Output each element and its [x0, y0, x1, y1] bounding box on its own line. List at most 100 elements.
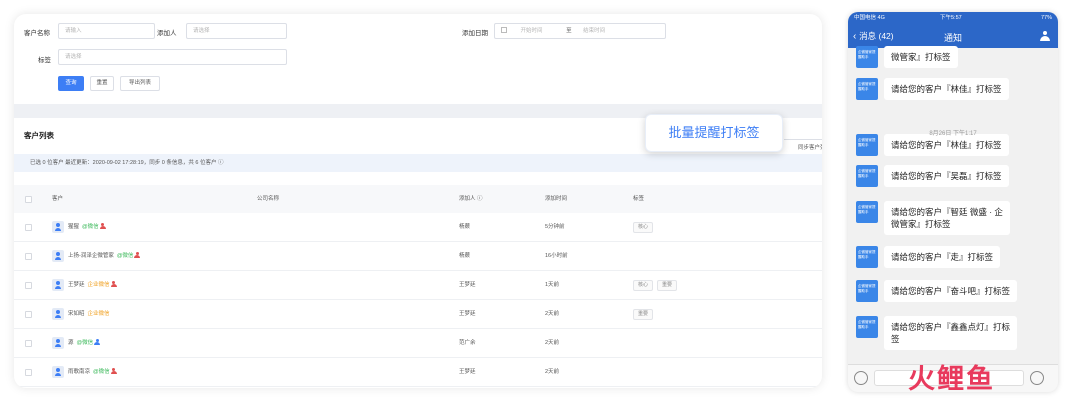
batch-remind-tag-button[interactable]: 批量提醒打标签: [645, 114, 783, 152]
bot-avatar: 企微管家提醒助手: [856, 165, 878, 187]
customer-avatar: [52, 337, 64, 349]
customer-cell: 源 @微信: [68, 329, 101, 358]
table-row[interactable]: 上扬-润泽企微管家 @微信 杨蕨 16小时前: [14, 242, 822, 271]
message-line: 请给您的客户『奋斗吧』打标签: [891, 286, 1011, 296]
col-customer: 客户: [52, 196, 64, 202]
row-checkbox[interactable]: [25, 282, 32, 289]
select-all-checkbox[interactable]: [25, 196, 32, 203]
table-header: 客户 公司名称 添加人 ⓘ 添加时间 标签: [14, 185, 822, 213]
tag-select[interactable]: 请选择: [58, 49, 287, 65]
crm-panel: 客户名称 请输入 添加人 请选择 添加日期 开始时间 至 结束时间 标签 请选择…: [14, 14, 822, 388]
added-by-select[interactable]: 请选择: [186, 23, 287, 39]
row-checkbox[interactable]: [25, 369, 32, 376]
added-by-cell: 范广余: [459, 340, 476, 346]
row-checkbox[interactable]: [25, 340, 32, 347]
customer-name: 猩猩: [68, 224, 80, 230]
added-time-cell: 2天前: [545, 369, 560, 375]
message-bubble[interactable]: 请给您的客户『林佳』打标签: [884, 134, 1009, 156]
row-checkbox[interactable]: [25, 253, 32, 260]
tag-label: 标签: [38, 57, 51, 64]
customer-cell: 宋如昭 企业微信: [68, 300, 110, 329]
customer-name: 王梦廷: [68, 282, 85, 288]
customer-cell: 上扬-润泽企微管家 @微信: [68, 242, 141, 271]
back-button[interactable]: ‹ 消息 (42): [853, 29, 894, 44]
added-date-label: 添加日期: [462, 30, 488, 37]
col-tags: 标签: [633, 196, 645, 202]
message-line: 请给您的客户『吴磊』打标签: [891, 171, 1002, 181]
message-bubble[interactable]: 请给您的客户『林佳』打标签: [884, 78, 1009, 100]
message-bubble[interactable]: 请给您的客户『智廷 微盛 · 企微管家』打标签: [884, 201, 1010, 235]
customer-cell: 王梦廷 企业微信: [68, 271, 117, 300]
customer-cell: 雨歌南凉 @微信: [68, 358, 117, 387]
status-bar: 中国电信 4G 下午5:57 77%: [848, 12, 1058, 25]
bot-avatar: 企微管家提醒助手: [856, 316, 878, 338]
message-line: 请给您的客户『鑫鑫点灯』打标: [891, 322, 1011, 332]
customer-name: 上扬-润泽企微管家: [68, 253, 114, 259]
table-row[interactable]: 源 @微信 范广余 2天前: [14, 329, 822, 358]
end-date-placeholder: 结束时间: [583, 28, 606, 34]
added-time-cell: 16小时前: [545, 253, 568, 259]
message-bubble[interactable]: 请给您的客户『吴磊』打标签: [884, 165, 1009, 187]
bot-avatar: 企微管家提醒助手: [856, 280, 878, 302]
col-added-time: 添加时间: [545, 196, 568, 202]
back-label: 消息 (42): [859, 31, 894, 41]
customer-name: 源: [68, 340, 74, 346]
row-checkbox[interactable]: [25, 224, 32, 231]
phone-screen: 中国电信 4G 下午5:57 77% ‹ 消息 (42) 通知 企微管家提醒助手…: [848, 12, 1058, 392]
added-by-cell: 杨蕨: [459, 253, 471, 259]
row-checkbox[interactable]: [25, 311, 32, 318]
person-icon: [110, 368, 117, 374]
selection-info-bar: 已选 0 位客户 最近更新：2020-09-02 17:28:19，同步 0 条…: [14, 154, 822, 172]
added-by-cell: 王梦廷: [459, 369, 476, 375]
person-icon[interactable]: [1040, 31, 1050, 41]
clock-text: 下午5:57: [940, 15, 962, 21]
added-time-cell: 5分钟前: [545, 224, 565, 230]
message-bubble[interactable]: 请给您的客户『奋斗吧』打标签: [884, 280, 1018, 302]
message-bubble[interactable]: 请给您的客户『鑫鑫点灯』打标签: [884, 316, 1018, 350]
reset-button[interactable]: 重置: [90, 76, 114, 91]
added-by-label: 添加人: [157, 30, 177, 37]
message-line: 微管家』打标签: [891, 219, 951, 229]
voice-icon[interactable]: [854, 371, 868, 385]
query-button[interactable]: 查询: [58, 76, 84, 91]
customer-cell: 猩猩 @微信: [68, 213, 106, 242]
table-row[interactable]: 猩猩 @微信 杨蕨 5分钟前 核心: [14, 213, 822, 242]
bot-avatar: 企微管家提醒助手: [856, 78, 878, 100]
chevron-left-icon: ‹: [853, 31, 857, 42]
nav-bar: ‹ 消息 (42) 通知: [848, 25, 1058, 48]
battery-text: 77%: [1040, 15, 1052, 21]
customer-name: 雨歌南凉: [68, 369, 91, 375]
table-row[interactable]: 宋如昭 企业微信 王梦廷 2天前 重要: [14, 300, 822, 329]
customer-avatar: [52, 221, 64, 233]
message-line: 微管家』打标签: [891, 52, 951, 62]
tag-badge: 核心: [633, 280, 654, 291]
date-range-picker[interactable]: 开始时间 至 结束时间: [494, 23, 666, 39]
nav-title: 通知: [944, 33, 963, 43]
table-row[interactable]: 雨歌南凉 @微信 王梦廷 2天前: [14, 358, 822, 387]
customer-source: @微信: [116, 253, 134, 259]
added-time-cell: 2天前: [545, 311, 560, 317]
customer-source: @微信: [82, 224, 99, 230]
bot-avatar: 企微管家提醒助手: [856, 134, 878, 156]
added-by-cell: 王梦廷: [459, 282, 476, 288]
col-added-by: 添加人 ⓘ: [459, 196, 483, 202]
bot-avatar: 企微管家提醒助手: [856, 201, 878, 223]
customer-source: @微信: [76, 340, 94, 346]
message-bubble[interactable]: 微管家』打标签: [884, 46, 958, 68]
customer-name-input[interactable]: 请输入: [58, 23, 155, 39]
bot-avatar: 企微管家提醒助手: [856, 46, 878, 68]
message-line: 请给您的客户『走』打标签: [891, 252, 994, 262]
person-icon: [110, 281, 117, 287]
message-bubble[interactable]: 请给您的客户『走』打标签: [884, 246, 1001, 268]
emoji-icon[interactable]: [1030, 371, 1044, 385]
carrier-text: 中国电信 4G: [854, 15, 885, 21]
customer-source: 企业微信: [87, 282, 110, 288]
time-divider: 8月26日 下午1:17: [929, 131, 977, 137]
col-company: 公司名称: [257, 196, 280, 202]
export-button[interactable]: 导出列表: [120, 76, 160, 91]
table-row[interactable]: 王梦廷 企业微信 王梦廷 1天前 核心 重要: [14, 271, 822, 300]
customer-source: 企业微信: [87, 311, 110, 317]
tag-badge: 重要: [633, 309, 654, 320]
message-line: 请给您的客户『智廷 微盛 · 企: [891, 207, 1003, 217]
customer-avatar: [52, 279, 64, 291]
